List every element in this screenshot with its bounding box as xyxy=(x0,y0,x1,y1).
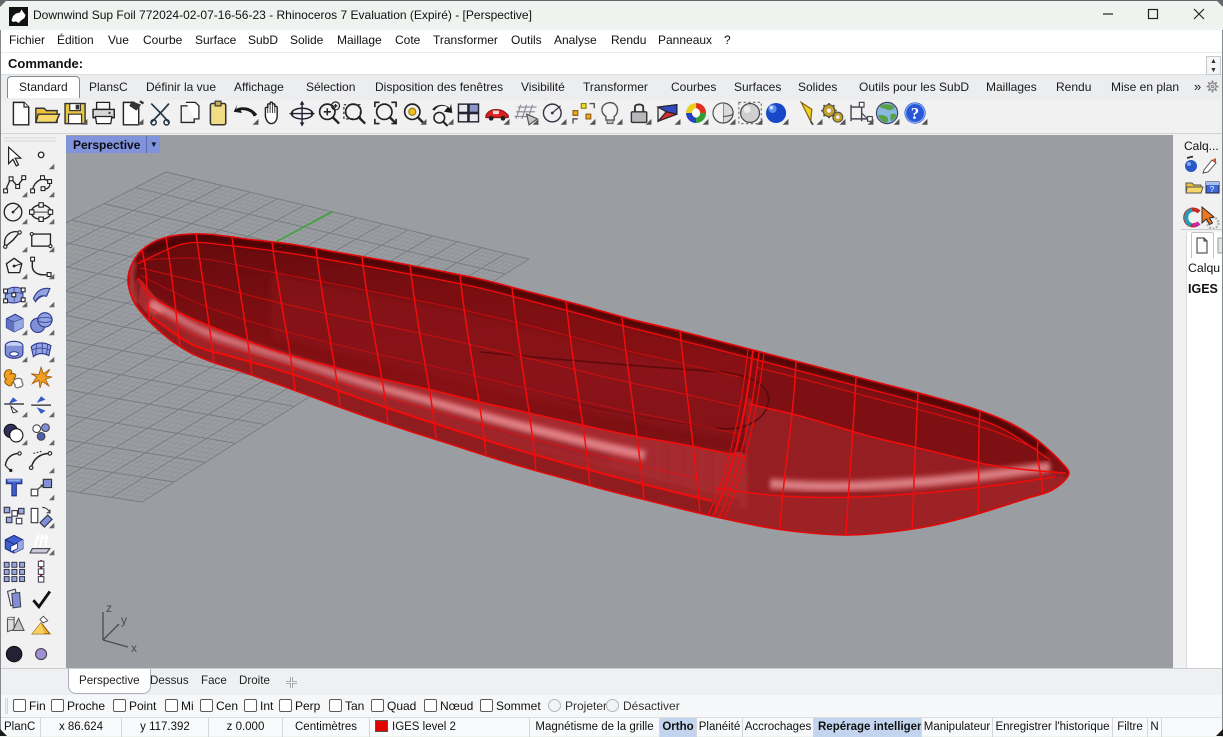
svg-text:z: z xyxy=(106,601,112,615)
svg-text:?: ? xyxy=(911,104,919,123)
svg-text:x: x xyxy=(131,641,137,655)
svg-text:y: y xyxy=(121,613,127,627)
svg-text:?: ? xyxy=(1210,185,1215,194)
